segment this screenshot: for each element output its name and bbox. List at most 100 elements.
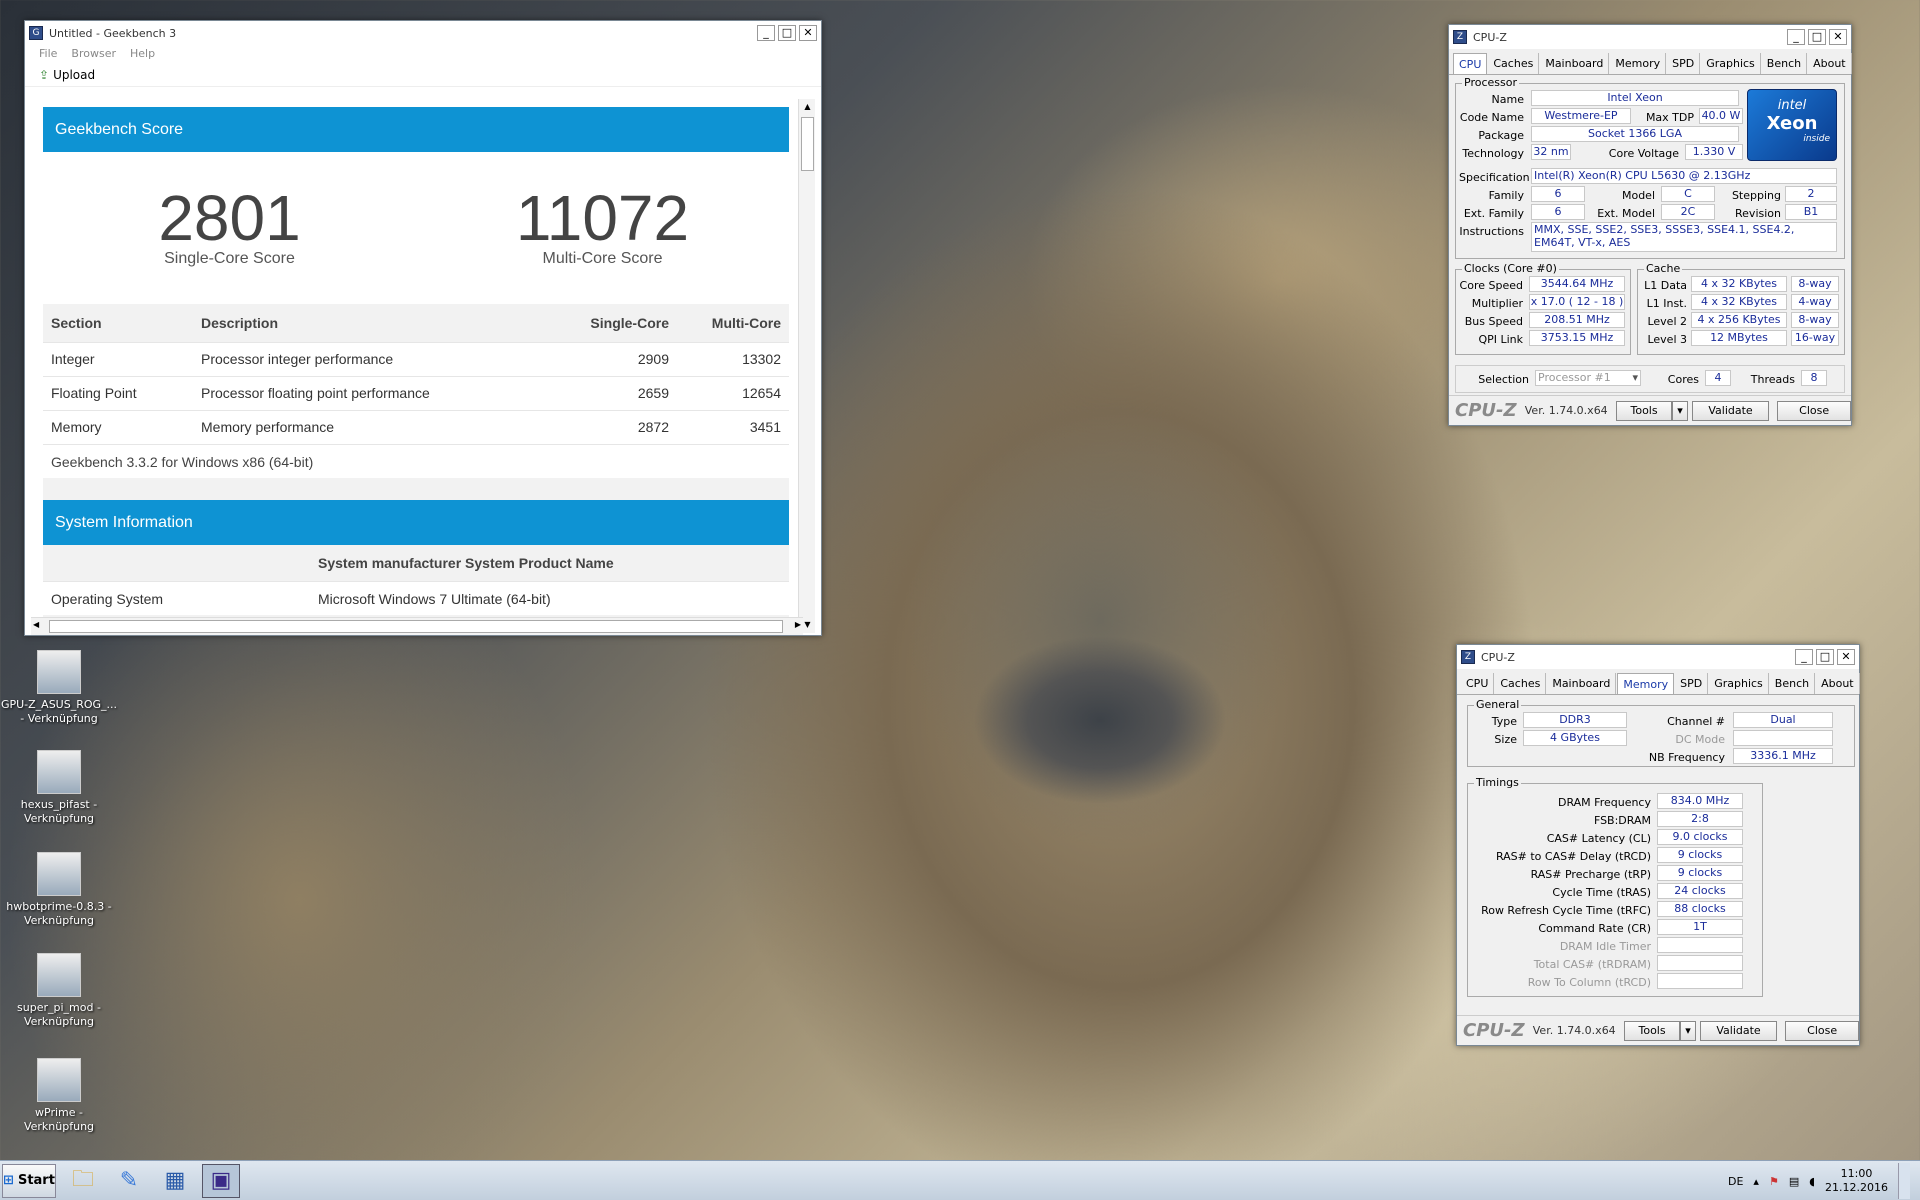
tab-about[interactable]: About bbox=[1808, 53, 1852, 74]
single-core-label: Single-Core Score bbox=[164, 250, 295, 267]
shortcut-icon bbox=[37, 650, 81, 694]
tab-cpu[interactable]: CPU bbox=[1453, 53, 1488, 74]
table-row: Floating Point Processor floating point p… bbox=[43, 375, 789, 410]
geekbench-titlebar[interactable]: G Untitled - Geekbench 3 _ □ ✕ bbox=[25, 21, 821, 45]
tab-mainboard[interactable]: Mainboard bbox=[1540, 53, 1610, 74]
timing-label: Command Rate (CR) bbox=[1538, 922, 1651, 935]
timing-label: CAS# Latency (CL) bbox=[1546, 832, 1651, 845]
level2-value: 4 x 256 KBytes bbox=[1691, 312, 1787, 328]
close-button[interactable]: ✕ bbox=[1837, 649, 1855, 665]
scroll-up-arrow-icon[interactable]: ▲ bbox=[799, 99, 816, 115]
timing-label: RAS# Precharge (tRP) bbox=[1530, 868, 1651, 881]
close-button[interactable]: Close bbox=[1777, 400, 1851, 421]
menu-file[interactable]: File bbox=[39, 45, 57, 63]
os-label: Operating System bbox=[51, 590, 164, 607]
tab-about[interactable]: About bbox=[1816, 673, 1860, 694]
clock[interactable]: 11:00 21.12.2016 bbox=[1825, 1167, 1888, 1195]
model-label: Model bbox=[1621, 189, 1655, 202]
stepping-value: 2 bbox=[1785, 186, 1837, 202]
multiplier-label: Multiplier bbox=[1471, 297, 1523, 310]
timing-value: 9.0 clocks bbox=[1657, 829, 1743, 845]
family-label: Family bbox=[1488, 189, 1524, 202]
tab-mainboard[interactable]: Mainboard bbox=[1547, 673, 1617, 694]
vertical-scroll-thumb[interactable] bbox=[801, 117, 814, 171]
shortcut-label: wPrime - Verknüpfung bbox=[23, 1106, 95, 1133]
logo-xeon-text: Xeon bbox=[1766, 113, 1818, 134]
maximize-button[interactable]: □ bbox=[1816, 649, 1834, 665]
maxtdp-label: Max TDP bbox=[1645, 111, 1694, 124]
tab-spd[interactable]: SPD bbox=[1667, 53, 1701, 74]
tools-dropdown-icon[interactable]: ▾ bbox=[1672, 400, 1688, 421]
busspeed-label: Bus Speed bbox=[1464, 315, 1523, 328]
tools-button[interactable]: Tools bbox=[1623, 1020, 1681, 1041]
tab-graphics[interactable]: Graphics bbox=[1709, 673, 1769, 694]
tools-dropdown-icon[interactable]: ▾ bbox=[1680, 1020, 1696, 1041]
row-description: Processor floating point performance bbox=[193, 375, 567, 410]
tab-graphics[interactable]: Graphics bbox=[1701, 53, 1761, 74]
cpuz-tabs: CPU Caches Mainboard Memory SPD Graphics Bench… bbox=[1457, 669, 1860, 695]
tab-caches[interactable]: Caches bbox=[1495, 673, 1547, 694]
close-button[interactable]: Close bbox=[1785, 1020, 1859, 1041]
menu-browser[interactable]: Browser bbox=[71, 45, 116, 63]
tray-volume-icon[interactable]: ◖ bbox=[1809, 1175, 1815, 1188]
cpuz-memory-titlebar[interactable]: Z CPU-Z _ □ ✕ bbox=[1457, 645, 1859, 669]
timing-label: DRAM Frequency bbox=[1557, 796, 1651, 809]
instructions-value: MMX, SSE, SSE2, SSE3, SSSE3, SSE4.1, SSE… bbox=[1531, 222, 1837, 252]
language-indicator[interactable]: DE bbox=[1728, 1175, 1743, 1188]
timing-value: 1T bbox=[1657, 919, 1743, 935]
row-section: Integer bbox=[43, 341, 193, 376]
vertical-scrollbar[interactable]: ▲ ▼ bbox=[798, 99, 815, 633]
minimize-button[interactable]: _ bbox=[1795, 649, 1813, 665]
spec-value: Intel(R) Xeon(R) CPU L5630 @ 2.13GHz bbox=[1531, 168, 1837, 184]
desktop-shortcut[interactable]: hwbotprime-0.8.3 - Verknüpfung bbox=[0, 852, 118, 928]
level3-ways: 16-way bbox=[1791, 330, 1839, 346]
show-desktop-button[interactable] bbox=[1898, 1163, 1910, 1199]
validate-button[interactable]: Validate bbox=[1699, 1020, 1778, 1041]
taskbar-paint-icon[interactable]: ✎ bbox=[110, 1164, 148, 1198]
tab-memory[interactable]: Memory bbox=[1610, 53, 1667, 74]
taskbar-cpuz-icon[interactable]: ▣ bbox=[202, 1163, 240, 1198]
scroll-right-arrow-icon[interactable]: ▶ bbox=[795, 620, 801, 629]
row-single-core: 2909 bbox=[567, 341, 677, 376]
tab-bench[interactable]: Bench bbox=[1762, 53, 1808, 74]
cores-value: 4 bbox=[1705, 370, 1731, 386]
scroll-left-arrow-icon[interactable]: ◀ bbox=[33, 620, 39, 629]
tray-network-icon[interactable]: ▤ bbox=[1789, 1175, 1799, 1188]
maximize-button[interactable]: □ bbox=[1808, 29, 1826, 45]
tab-cpu[interactable]: CPU bbox=[1461, 673, 1495, 694]
sysinfo-header: System Information bbox=[43, 500, 789, 545]
col-multi-core: Multi-Core bbox=[677, 304, 789, 342]
cpuz-cpu-titlebar[interactable]: Z CPU-Z _ □ ✕ bbox=[1449, 25, 1851, 49]
horizontal-scroll-thumb[interactable] bbox=[49, 620, 783, 633]
close-button[interactable]: ✕ bbox=[1829, 29, 1847, 45]
tools-button[interactable]: Tools bbox=[1615, 400, 1673, 421]
cpuz-app-icon: Z bbox=[1461, 650, 1475, 664]
single-core-score: 2801 Single-Core Score bbox=[43, 152, 416, 304]
window-title: CPU-Z bbox=[1473, 30, 1507, 44]
validate-button[interactable]: Validate bbox=[1691, 400, 1770, 421]
level3-label: Level 3 bbox=[1647, 333, 1687, 346]
tray-flag-icon[interactable]: ⚑ bbox=[1769, 1175, 1779, 1188]
desktop-shortcut[interactable]: GPU-Z_ASUS_ROG_... - Verknüpfung bbox=[0, 650, 118, 726]
minimize-button[interactable]: _ bbox=[757, 25, 775, 41]
tray-expand-icon[interactable]: ▴ bbox=[1753, 1175, 1759, 1188]
maximize-button[interactable]: □ bbox=[778, 25, 796, 41]
menu-help[interactable]: Help bbox=[130, 45, 155, 63]
start-button[interactable]: ⊞ Start bbox=[2, 1163, 56, 1198]
taskbar-geekbench-icon[interactable]: ▦ bbox=[156, 1164, 194, 1198]
horizontal-scrollbar[interactable]: ◀ ▶ bbox=[31, 617, 803, 635]
tab-memory[interactable]: Memory bbox=[1617, 673, 1675, 694]
desktop-shortcut[interactable]: super_pi_mod - Verknüpfung bbox=[0, 953, 118, 1029]
desktop-shortcut[interactable]: wPrime - Verknüpfung bbox=[0, 1058, 118, 1134]
close-button[interactable]: ✕ bbox=[799, 25, 817, 41]
taskbar-explorer-icon[interactable]: 🗀 bbox=[64, 1164, 102, 1198]
minimize-button[interactable]: _ bbox=[1787, 29, 1805, 45]
size-value: 4 GBytes bbox=[1523, 730, 1627, 746]
timing-value: 2:8 bbox=[1657, 811, 1743, 827]
upload-button[interactable]: ⇪ Upload bbox=[39, 68, 95, 82]
desktop-shortcut[interactable]: hexus_pifast - Verknüpfung bbox=[0, 750, 118, 826]
tab-bench[interactable]: Bench bbox=[1770, 673, 1816, 694]
processor-select[interactable]: Processor #1 ▾ bbox=[1535, 370, 1641, 386]
tab-spd[interactable]: SPD bbox=[1675, 673, 1709, 694]
tab-caches[interactable]: Caches bbox=[1488, 53, 1540, 74]
